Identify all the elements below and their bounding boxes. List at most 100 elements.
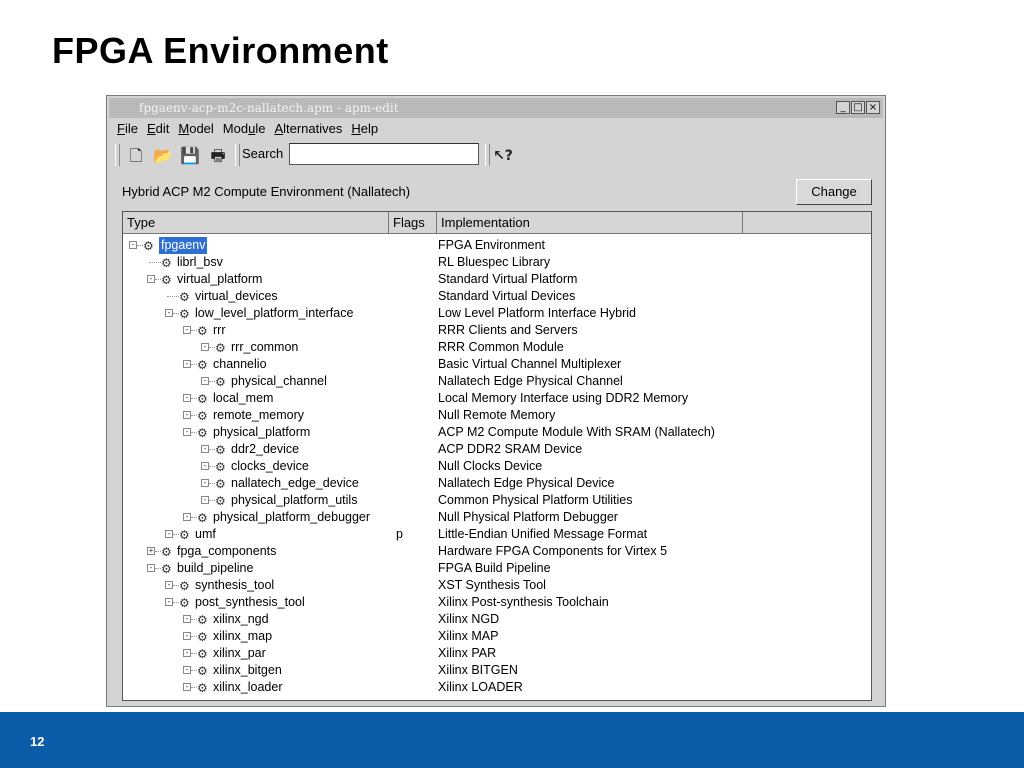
tree-row[interactable]: - ⚙ xilinx_ngd Xilinx NGD (123, 611, 871, 628)
collapse-icon[interactable]: - (129, 241, 137, 249)
tree-row[interactable]: ⚙ librl_bsv RL Bluespec Library (123, 254, 871, 271)
tree-node-label[interactable]: low_level_platform_interface (195, 305, 353, 322)
tree-row[interactable]: - ⚙ physical_platform_utils Common Physical… (123, 492, 871, 509)
implementation-cell[interactable]: FPGA Build Pipeline (438, 560, 551, 577)
column-header-flags[interactable]: Flags (389, 212, 437, 234)
tree-node-label[interactable]: physical_platform (213, 424, 310, 441)
collapse-icon[interactable]: - (183, 615, 191, 623)
collapse-icon[interactable]: - (183, 513, 191, 521)
menu-item[interactable]: Module (223, 121, 266, 139)
collapse-icon[interactable]: - (201, 496, 209, 504)
collapse-icon[interactable]: - (165, 598, 173, 606)
implementation-cell[interactable]: ACP DDR2 SRAM Device (438, 441, 582, 458)
implementation-cell[interactable]: Null Physical Platform Debugger (438, 509, 618, 526)
menu-item[interactable]: File (117, 121, 138, 139)
collapse-icon[interactable]: - (165, 309, 173, 317)
implementation-cell[interactable]: RRR Common Module (438, 339, 564, 356)
tree-row[interactable]: + ⚙ fpga_components Hardware FPGA Component… (123, 543, 871, 560)
implementation-cell[interactable]: Low Level Platform Interface Hybrid (438, 305, 636, 322)
implementation-cell[interactable]: Local Memory Interface using DDR2 Memory (438, 390, 688, 407)
expand-icon[interactable]: + (147, 547, 155, 555)
close-button[interactable]: × (866, 101, 880, 114)
tree-row[interactable]: - ⚙ physical_platform_debugger Null Physica… (123, 509, 871, 526)
tree-node-label[interactable]: channelio (213, 356, 267, 373)
implementation-cell[interactable]: RRR Clients and Servers (438, 322, 578, 339)
tree-node-label[interactable]: physical_platform_debugger (213, 509, 370, 526)
menu-item[interactable]: Edit (147, 121, 169, 139)
toolbar-grip[interactable] (235, 144, 240, 166)
tree-node-label[interactable]: ddr2_device (231, 441, 299, 458)
tree-node-label[interactable]: xilinx_bitgen (213, 662, 282, 679)
tree-row[interactable]: - ⚙ clocks_device Null Clocks Device (123, 458, 871, 475)
tree-node-label[interactable]: librl_bsv (177, 254, 223, 271)
column-header-implementation[interactable]: Implementation (437, 212, 743, 234)
tree-row[interactable]: - ⚙ nallatech_edge_device Nallatech Edge Ph… (123, 475, 871, 492)
collapse-icon[interactable]: - (165, 530, 173, 538)
tree-node-label[interactable]: fpgaenv (159, 237, 208, 254)
implementation-cell[interactable]: Null Remote Memory (438, 407, 555, 424)
collapse-icon[interactable]: - (183, 411, 191, 419)
collapse-icon[interactable]: - (201, 445, 209, 453)
collapse-icon[interactable]: - (201, 462, 209, 470)
collapse-icon[interactable]: - (183, 394, 191, 402)
collapse-icon[interactable]: - (183, 666, 191, 674)
tree-node-label[interactable]: rrr (213, 322, 226, 339)
tree-row[interactable]: - ⚙ virtual_platform Standard Virtual Platf… (123, 271, 871, 288)
tree-node-label[interactable]: fpga_components (177, 543, 276, 560)
implementation-cell[interactable]: FPGA Environment (438, 237, 545, 254)
tree-row[interactable]: - ⚙ physical_platform ACP M2 Compute Module… (123, 424, 871, 441)
collapse-icon[interactable]: - (183, 360, 191, 368)
tree-row[interactable]: - ⚙ build_pipeline FPGA Build Pipeline (123, 560, 871, 577)
implementation-cell[interactable]: XST Synthesis Tool (438, 577, 546, 594)
collapse-icon[interactable]: - (183, 326, 191, 334)
tree-row[interactable]: - ⚙ xilinx_par Xilinx PAR (123, 645, 871, 662)
toolbar-grip[interactable] (115, 144, 120, 166)
tree-node-label[interactable]: remote_memory (213, 407, 304, 424)
collapse-icon[interactable]: - (201, 479, 209, 487)
implementation-cell[interactable]: Null Clocks Device (438, 458, 542, 475)
tree-node-label[interactable]: umf (195, 526, 216, 543)
implementation-cell[interactable]: ACP M2 Compute Module With SRAM (Nallate… (438, 424, 715, 441)
tree-row[interactable]: - ⚙ synthesis_tool XST Synthesis Tool (123, 577, 871, 594)
collapse-icon[interactable]: - (201, 343, 209, 351)
column-header-type[interactable]: Type (123, 212, 389, 234)
open-folder-icon[interactable]: 📂 (152, 146, 174, 166)
tree-node-label[interactable]: physical_platform_utils (231, 492, 357, 509)
collapse-icon[interactable]: - (183, 428, 191, 436)
implementation-cell[interactable]: Nallatech Edge Physical Channel (438, 373, 623, 390)
tree-row[interactable]: - ⚙ local_mem Local Memory Interface using … (123, 390, 871, 407)
implementation-cell[interactable]: Xilinx PAR (438, 645, 496, 662)
implementation-cell[interactable]: Common Physical Platform Utilities (438, 492, 633, 509)
tree-node-label[interactable]: virtual_devices (195, 288, 278, 305)
tree-row[interactable]: - ⚙ xilinx_loader Xilinx LOADER (123, 679, 871, 696)
tree-node-label[interactable]: nallatech_edge_device (231, 475, 359, 492)
search-input[interactable] (289, 143, 479, 165)
tree-row[interactable]: - ⚙ rrr RRR Clients and Servers (123, 322, 871, 339)
tree-row[interactable]: - ⚙ xilinx_map Xilinx MAP (123, 628, 871, 645)
tree-row[interactable]: - ⚙ umf p Little-Endian Unified Message Form… (123, 526, 871, 543)
save-icon[interactable]: 💾 (179, 146, 201, 166)
collapse-icon[interactable]: - (165, 581, 173, 589)
tree-row[interactable]: - ⚙ post_synthesis_tool Xilinx Post-synthes… (123, 594, 871, 611)
tree-node-label[interactable]: local_mem (213, 390, 273, 407)
collapse-icon[interactable]: - (183, 683, 191, 691)
tree-row[interactable]: - ⚙ xilinx_bitgen Xilinx BITGEN (123, 662, 871, 679)
maximize-button[interactable]: □ (851, 101, 865, 114)
tree-row[interactable]: - ⚙ physical_channel Nallatech Edge Physica… (123, 373, 871, 390)
tree-row[interactable]: - ⚙ fpgaenv FPGA Environment (123, 237, 871, 254)
tree-node-label[interactable]: synthesis_tool (195, 577, 274, 594)
menu-item[interactable]: Model (178, 121, 213, 139)
implementation-cell[interactable]: Nallatech Edge Physical Device (438, 475, 614, 492)
implementation-cell[interactable]: RL Bluespec Library (438, 254, 550, 271)
tree-node-label[interactable]: virtual_platform (177, 271, 262, 288)
implementation-cell[interactable]: Standard Virtual Platform (438, 271, 577, 288)
tree-node-label[interactable]: clocks_device (231, 458, 309, 475)
print-icon[interactable]: 🖶 (207, 146, 229, 166)
implementation-cell[interactable]: Xilinx NGD (438, 611, 499, 628)
collapse-icon[interactable]: - (201, 377, 209, 385)
menu-item[interactable]: Help (351, 121, 378, 139)
tree-row[interactable]: - ⚙ low_level_platform_interface Low Level … (123, 305, 871, 322)
collapse-icon[interactable]: - (183, 632, 191, 640)
implementation-cell[interactable]: Xilinx LOADER (438, 679, 523, 696)
tree-node-label[interactable]: xilinx_map (213, 628, 272, 645)
